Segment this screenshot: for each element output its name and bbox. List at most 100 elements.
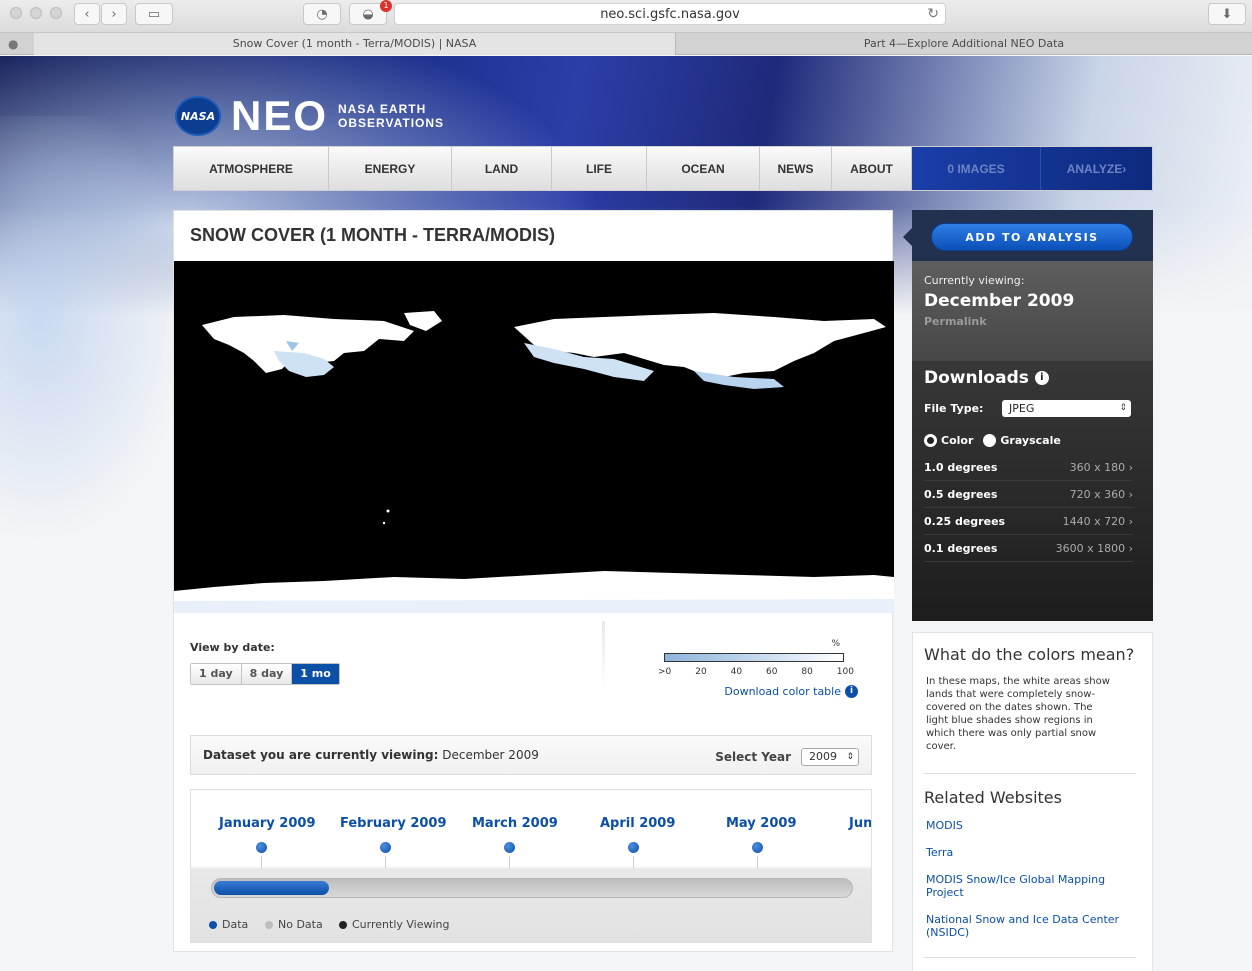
data-dot[interactable] [380, 842, 391, 853]
related-link-modis-snow-ice[interactable]: MODIS Snow/Ice Global Mapping Project [926, 873, 1126, 899]
ghost-icon: ◒ [362, 6, 374, 22]
nav-about[interactable]: ABOUT [832, 147, 912, 190]
nav-life[interactable]: LIFE [552, 147, 647, 190]
timeline-scroll-thumb[interactable] [214, 881, 329, 895]
file-type-select[interactable]: JPEG ⇕ [1002, 400, 1131, 417]
timeline-month[interactable]: April 2009 [600, 816, 675, 831]
date-option-8-day[interactable]: 8 day [241, 664, 293, 684]
timeline-month[interactable]: June [849, 816, 871, 831]
timeline-month[interactable]: February 2009 [340, 816, 447, 831]
resolution-row[interactable]: 0.25 degrees 1440 x 720 › [924, 508, 1133, 535]
legend-unit: % [831, 639, 840, 649]
nav-images[interactable]: 0 IMAGES [912, 147, 1040, 190]
related-link-modis[interactable]: MODIS [926, 819, 1126, 832]
nav-analyze[interactable]: ANALYZE › [1040, 147, 1152, 190]
timeline-month[interactable]: January 2009 [219, 816, 315, 831]
legend-tick: 100 [836, 667, 854, 677]
analysis-sidebar: ADD TO ANALYSIS Currently viewing: Decem… [903, 210, 1153, 621]
analysis-tray: 0 IMAGES ANALYZE › [912, 147, 1152, 190]
timeline-scrollbar[interactable] [211, 878, 853, 898]
dataset-prefix: Dataset you are currently viewing: [203, 748, 439, 762]
tagline-line1: NASA EARTH [338, 102, 427, 116]
chevron-updown-icon: ⇕ [1119, 403, 1127, 413]
chevron-right-icon: › [1122, 161, 1127, 176]
nav-ocean[interactable]: OCEAN [647, 147, 760, 190]
close-window-button[interactable] [10, 7, 22, 19]
timeline-month[interactable]: May 2009 [726, 816, 797, 831]
forward-button[interactable]: › [101, 3, 127, 25]
year-select[interactable]: 2009 ⇕ [801, 748, 859, 766]
data-dot[interactable] [752, 842, 763, 853]
radio-color[interactable] [924, 434, 937, 447]
key-label: No Data [278, 918, 323, 931]
apple-icon: ● [8, 37, 19, 51]
earth-glow [0, 116, 180, 676]
legend-tick: 80 [801, 667, 813, 677]
no-data-dot-icon [265, 920, 273, 929]
resolution-row[interactable]: 1.0 degrees 360 x 180 › [924, 454, 1133, 481]
data-dot[interactable] [504, 842, 515, 853]
add-to-analysis-button[interactable]: ADD TO ANALYSIS [931, 223, 1133, 251]
tagline: NASA EARTH OBSERVATIONS [338, 102, 444, 130]
downloads-title: Downloads [924, 368, 1029, 388]
info-panel: What do the colors mean? In these maps, … [912, 632, 1153, 971]
tick [385, 856, 386, 868]
permalink-link[interactable]: Permalink [924, 315, 987, 328]
snow-cover-map[interactable] [174, 261, 894, 613]
nav-energy[interactable]: ENERGY [329, 147, 452, 190]
timeline: January 2009 February 2009 March 2009 Ap… [190, 789, 872, 943]
info-icon[interactable]: i [1034, 371, 1049, 385]
resolution-size: 1440 x 720 › [1062, 514, 1133, 528]
data-dot-icon [209, 920, 217, 929]
timeline-month[interactable]: March 2009 [472, 816, 558, 831]
currently-viewing: Currently viewing: December 2009 Permali… [912, 261, 1153, 361]
tab-label: Part 4—Explore Additional NEO Data [863, 37, 1065, 50]
chevron-right-icon: › [111, 6, 117, 22]
radio-grayscale[interactable] [983, 434, 997, 447]
site-logo[interactable]: NASA NEO NASA EARTH OBSERVATIONS [175, 92, 444, 140]
nav-news[interactable]: NEWS [760, 147, 832, 190]
radio-color-label[interactable]: Color [941, 434, 973, 447]
legend-tick: >0 [658, 667, 672, 677]
resolution-size: 720 x 360 › [1069, 487, 1133, 501]
downloads-button[interactable]: ⬇ [1208, 3, 1246, 25]
date-option-1-day[interactable]: 1 day [191, 664, 242, 684]
resolution-row[interactable]: 0.1 degrees 3600 x 1800 › [924, 535, 1133, 562]
nav-land[interactable]: LAND [452, 147, 552, 190]
download-color-table-link[interactable]: Download color table [724, 685, 841, 698]
reload-icon[interactable]: ↻ [927, 4, 939, 25]
map-image [174, 261, 894, 613]
legend-tick: 40 [730, 667, 743, 677]
size-text: 1440 x 720 [1062, 514, 1126, 528]
resolution-size: 360 x 180 › [1069, 460, 1133, 474]
legend-colorbar [664, 653, 844, 662]
colors-meaning-title: What do the colors mean? [924, 645, 1135, 664]
info-icon[interactable]: i [845, 685, 858, 698]
related-websites-title: Related Websites [924, 788, 1062, 807]
colors-meaning-body: In these maps, the white areas show land… [926, 676, 1110, 752]
back-button[interactable]: ‹ [74, 3, 100, 25]
address-bar[interactable]: neo.sci.gsfc.nasa.gov ↻ [394, 3, 946, 25]
radio-grayscale-label[interactable]: Grayscale [1000, 434, 1060, 447]
related-link-nsidc[interactable]: National Snow and Ice Data Center (NSIDC… [926, 913, 1126, 939]
resolution-row[interactable]: 0.5 degrees 720 x 360 › [924, 481, 1133, 508]
chevron-left-icon: ‹ [84, 6, 90, 22]
nav-atmosphere[interactable]: ATMOSPHERE [174, 147, 329, 190]
tab-bar: ● Snow Cover (1 month - Terra/MODIS) | N… [0, 33, 1252, 55]
file-type-label: File Type: [924, 402, 984, 415]
rss-button[interactable]: ◔ [303, 3, 341, 25]
related-link-terra[interactable]: Terra [926, 846, 1126, 859]
zoom-window-button[interactable] [50, 7, 62, 19]
sidebar-toggle-button[interactable]: ▭ [135, 3, 173, 25]
tab-snow-cover[interactable]: Snow Cover (1 month - Terra/MODIS) | NAS… [34, 33, 676, 55]
tab-part4[interactable]: Part 4—Explore Additional NEO Data [676, 33, 1252, 55]
data-dot[interactable] [256, 842, 267, 853]
currently-viewing-date: December 2009 [924, 291, 1075, 311]
date-option-1-month[interactable]: 1 mo [292, 664, 339, 684]
download-color-table[interactable]: Download color table i [724, 685, 858, 698]
data-dot[interactable] [628, 842, 639, 853]
tab-label: Snow Cover (1 month - Terra/MODIS) | NAS… [232, 37, 477, 50]
divider [924, 773, 1136, 774]
resolution-label: 0.25 degrees [924, 514, 1006, 528]
minimize-window-button[interactable] [30, 7, 42, 19]
